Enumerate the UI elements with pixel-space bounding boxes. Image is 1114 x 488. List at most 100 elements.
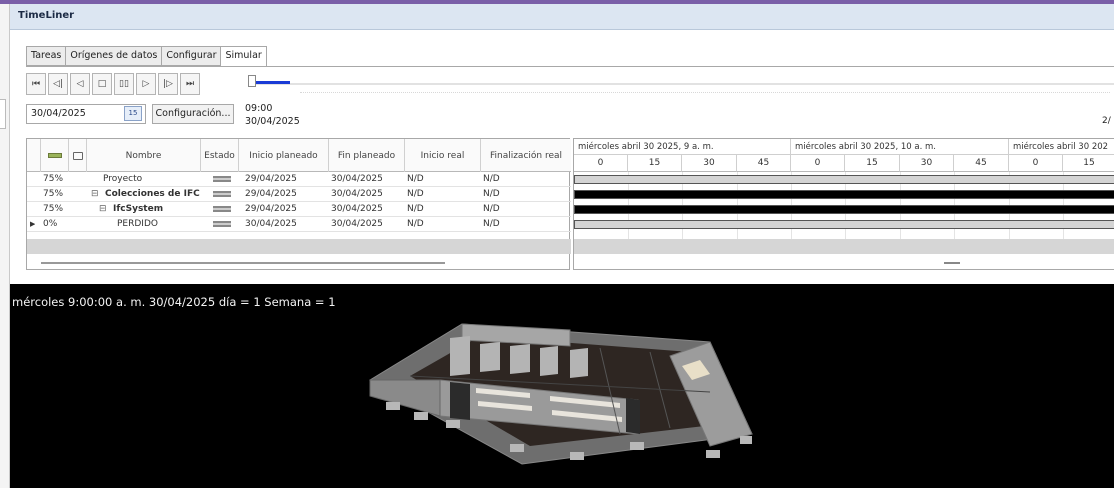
gantt-minute-tick: 30 [682,155,737,172]
panel-title: TimeLiner [18,10,75,21]
gantt-chart: miércoles abril 30 2025, 9 a. m. miércol… [573,138,1114,270]
timeline-slider-fill [252,81,290,84]
row-name: IfcSystem [113,204,164,214]
gantt-bar-colecciones[interactable] [574,190,1114,199]
col-nombre[interactable]: Nombre [87,139,201,172]
gantt-hour-header: miércoles abril 30 2025, 10 a. m. [791,139,1009,155]
row-name: Colecciones de IFC [105,189,200,199]
col-fin-planeado[interactable]: Fin planeado [329,139,405,172]
current-date: 30/04/2025 [245,116,300,127]
left-dock-edge [0,4,10,488]
tab-tareas[interactable]: Tareas [26,46,66,66]
table-row[interactable]: 75% ⊟ IfcSystem 29/04/2025 30/04/2025 N/… [27,202,571,217]
row-progress: 75% [43,189,64,199]
gantt-minute-tick: 15 [1063,155,1114,172]
row-planned-end: 30/04/2025 [331,174,383,184]
row-selector-header [27,139,41,172]
gantt-minute-tick: 45 [954,155,1009,172]
row-planned-end: 30/04/2025 [331,189,383,199]
row-real-end: N/D [483,204,500,214]
gantt-minute-tick: 0 [1009,155,1063,172]
comments-column-header[interactable] [69,139,87,172]
first-frame-icon[interactable]: ⏮ [26,73,46,95]
last-frame-icon[interactable]: ⏭ [180,73,200,95]
collapse-icon[interactable]: ⊟ [91,187,99,202]
status-icon [213,176,231,182]
status-icon [213,206,231,212]
row-real-start: N/D [407,204,424,214]
tab-divider [26,66,1114,67]
tab-configurar[interactable]: Configurar [161,46,221,66]
progress-column-header[interactable] [41,139,69,172]
table-row[interactable]: 75% ⊟ Colecciones de IFC 29/04/2025 30/0… [27,187,571,202]
row-pointer-icon: ▶ [30,220,36,228]
gantt-minute-tick: 30 [900,155,954,172]
row-planned-end: 30/04/2025 [331,204,383,214]
task-grid: Nombre Estado Inicio planeado Fin planea… [26,138,571,270]
col-estado[interactable]: Estado [201,139,239,172]
gantt-horizontal-scrollbar[interactable] [944,262,960,264]
gantt-minute-tick: 0 [791,155,845,172]
row-name: Proyecto [103,174,143,184]
timeline-slider-ticks [300,92,1110,93]
step-forward-icon[interactable]: |▷ [158,73,178,95]
building-model [369,323,753,465]
timeline-slider-thumb[interactable] [248,75,256,87]
gantt-bar-perdido[interactable] [574,220,1114,229]
row-real-start: N/D [407,189,424,199]
dock-handle[interactable] [0,99,6,129]
playback-toolbar: ⏮ ◁| ◁ □ ▯▯ ▷ |▷ ⏭ [26,73,202,95]
current-time-display: 09:00 30/04/2025 [245,102,300,128]
row-planned-start: 30/04/2025 [245,219,297,229]
tab-origenes-de-datos[interactable]: Orígenes de datos [65,46,162,66]
col-inicio-planeado[interactable]: Inicio planeado [239,139,329,172]
col-inicio-real[interactable]: Inicio real [405,139,481,172]
step-back-icon[interactable]: ◁| [48,73,68,95]
row-progress: 75% [43,174,64,184]
gantt-hour-header: miércoles abril 30 202 [1009,139,1114,155]
stop-icon[interactable]: □ [92,73,112,95]
grid-horizontal-scrollbar[interactable] [41,262,445,264]
tab-strip: Tareas Orígenes de datos Configurar Simu… [26,46,267,67]
row-progress: 75% [43,204,64,214]
progress-bar-icon [47,153,62,158]
status-icon [213,191,231,197]
gantt-bar-proyecto[interactable] [574,175,1114,184]
grid-header: Nombre Estado Inicio planeado Fin planea… [27,139,571,172]
play-reverse-icon[interactable]: ◁ [70,73,90,95]
row-planned-start: 29/04/2025 [245,204,297,214]
comment-icon [72,151,83,160]
row-real-end: N/D [483,219,500,229]
timeline-slider-track[interactable] [252,83,1114,85]
page-indicator: 2/ [1102,116,1111,126]
row-planned-end: 30/04/2025 [331,219,383,229]
configuration-button[interactable]: Configuración... [152,104,234,124]
row-real-end: N/D [483,174,500,184]
row-planned-start: 29/04/2025 [245,174,297,184]
pause-icon[interactable]: ▯▯ [114,73,134,95]
col-finalizacion-real[interactable]: Finalización real [481,139,571,172]
status-icon [213,221,231,227]
gantt-bar-ifcsystem[interactable] [574,205,1114,214]
gantt-minute-tick: 15 [628,155,682,172]
gantt-minute-tick: 45 [737,155,791,172]
calendar-icon[interactable]: 15 [124,106,142,121]
grid-empty-area [27,239,571,254]
play-icon[interactable]: ▷ [136,73,156,95]
tab-simular[interactable]: Simular [220,46,267,67]
row-real-end: N/D [483,189,500,199]
3d-viewport[interactable]: mércoles 9:00:00 a. m. 30/04/2025 día = … [10,284,1114,488]
gantt-minute-tick: 15 [845,155,900,172]
current-time: 09:00 [245,103,273,114]
gantt-hour-header: miércoles abril 30 2025, 9 a. m. [574,139,791,155]
collapse-icon[interactable]: ⊟ [99,202,107,217]
row-progress: 0% [43,219,58,229]
table-row-selected[interactable]: ▶ 0% PERDIDO 30/04/2025 30/04/2025 N/D N… [27,217,571,232]
gantt-minute-tick: 0 [574,155,628,172]
panel-title-bar: TimeLiner [10,4,1114,30]
row-planned-start: 29/04/2025 [245,189,297,199]
gantt-empty-area [574,239,1114,254]
row-real-start: N/D [407,219,424,229]
table-row[interactable]: 75% Proyecto 29/04/2025 30/04/2025 N/D N… [27,172,571,187]
row-real-start: N/D [407,174,424,184]
